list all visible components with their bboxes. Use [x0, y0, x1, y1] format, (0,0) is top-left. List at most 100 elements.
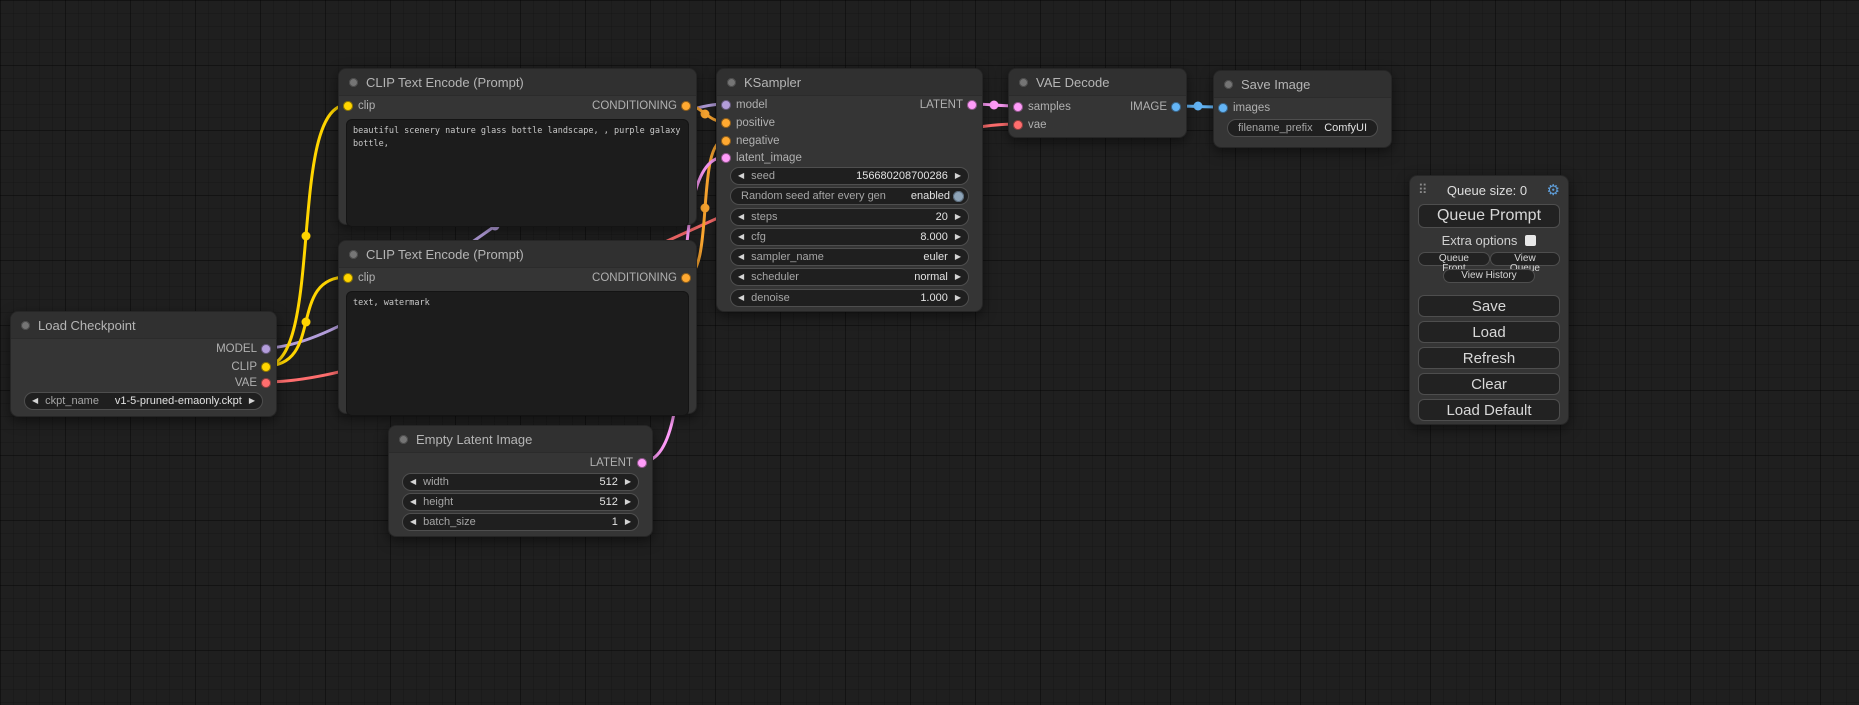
- next-value-arrow-icon[interactable]: ▶: [955, 273, 961, 281]
- slot-label: vae: [1028, 119, 1047, 131]
- decrement-arrow-icon[interactable]: ◀: [738, 213, 744, 221]
- refresh-button[interactable]: Refresh: [1418, 347, 1560, 369]
- node-title-bar[interactable]: Load Checkpoint: [11, 312, 276, 339]
- negative-input-dot[interactable]: [721, 136, 731, 146]
- drag-handle-icon[interactable]: ⠿: [1418, 182, 1428, 198]
- ckpt-name-widget[interactable]: ◀ ckpt_name v1-5-pruned-emaonly.ckpt ▶: [24, 392, 263, 410]
- node-title-bar[interactable]: KSampler: [717, 69, 982, 96]
- wire-clip-positive: [265, 105, 347, 366]
- decrement-arrow-icon[interactable]: ◀: [738, 294, 744, 302]
- node-status-icon: [349, 78, 358, 87]
- seed-widget[interactable]: ◀ seed 156680208700286 ▶: [730, 167, 969, 185]
- widget-value: 20: [936, 211, 948, 223]
- latent-output-dot[interactable]: [967, 100, 977, 110]
- save-button[interactable]: Save: [1418, 295, 1560, 317]
- widget-value: v1-5-pruned-emaonly.ckpt: [115, 395, 242, 407]
- random-seed-toggle-widget[interactable]: Random seed after every gen enabled: [730, 187, 969, 205]
- decrement-arrow-icon[interactable]: ◀: [738, 172, 744, 180]
- node-title-bar[interactable]: CLIP Text Encode (Prompt): [339, 69, 696, 96]
- clear-button[interactable]: Clear: [1418, 373, 1560, 395]
- decrement-arrow-icon[interactable]: ◀: [738, 233, 744, 241]
- load-button[interactable]: Load: [1418, 321, 1560, 343]
- node-title-bar[interactable]: Save Image: [1214, 71, 1391, 98]
- load-default-button[interactable]: Load Default: [1418, 399, 1560, 421]
- decrement-arrow-icon[interactable]: ◀: [410, 478, 416, 486]
- output-slot-model: MODEL: [11, 341, 276, 357]
- scheduler-widget[interactable]: ◀ scheduler normal ▶: [730, 268, 969, 286]
- prev-value-arrow-icon[interactable]: ◀: [738, 273, 744, 281]
- queue-front-button[interactable]: Queue Front: [1418, 252, 1490, 266]
- clip-output-dot[interactable]: [261, 362, 271, 372]
- vae-output-dot[interactable]: [261, 378, 271, 388]
- height-widget[interactable]: ◀ height 512 ▶: [402, 493, 639, 511]
- prev-value-arrow-icon[interactable]: ◀: [738, 253, 744, 261]
- slot-label: CONDITIONING: [592, 100, 677, 112]
- node-save-image[interactable]: Save Image images filename_prefix ComfyU…: [1213, 70, 1392, 148]
- image-output-dot[interactable]: [1171, 102, 1181, 112]
- node-ksampler[interactable]: KSampler model LATENT positive negative …: [716, 68, 983, 312]
- increment-arrow-icon[interactable]: ▶: [625, 518, 631, 526]
- decrement-arrow-icon[interactable]: ◀: [410, 518, 416, 526]
- extra-options-checkbox[interactable]: [1525, 235, 1536, 246]
- node-status-icon: [727, 78, 736, 87]
- widget-label: filename_prefix: [1238, 122, 1313, 134]
- prev-value-arrow-icon[interactable]: ◀: [32, 397, 38, 405]
- slot-label: positive: [736, 117, 775, 129]
- node-clip-text-encode-negative[interactable]: CLIP Text Encode (Prompt) clip CONDITION…: [338, 240, 697, 414]
- node-clip-text-encode-positive[interactable]: CLIP Text Encode (Prompt) clip CONDITION…: [338, 68, 697, 225]
- denoise-widget[interactable]: ◀ denoise 1.000 ▶: [730, 289, 969, 307]
- increment-arrow-icon[interactable]: ▶: [625, 498, 631, 506]
- node-status-icon: [349, 250, 358, 259]
- slot-label: IMAGE: [1130, 101, 1167, 113]
- output-slot-conditioning: CONDITIONING: [339, 270, 696, 286]
- increment-arrow-icon[interactable]: ▶: [955, 172, 961, 180]
- node-load-checkpoint[interactable]: Load Checkpoint MODEL CLIP VAE ◀ ckpt_na…: [10, 311, 277, 417]
- cfg-widget[interactable]: ◀ cfg 8.000 ▶: [730, 228, 969, 246]
- model-output-dot[interactable]: [261, 344, 271, 354]
- conditioning-output-dot[interactable]: [681, 273, 691, 283]
- node-status-icon: [1019, 78, 1028, 87]
- widget-label: width: [423, 476, 449, 488]
- output-slot-latent: LATENT: [389, 455, 652, 471]
- widget-value: normal: [914, 271, 948, 283]
- increment-arrow-icon[interactable]: ▶: [955, 213, 961, 221]
- width-widget[interactable]: ◀ width 512 ▶: [402, 473, 639, 491]
- negative-prompt-textarea[interactable]: text, watermark: [346, 291, 689, 416]
- view-history-button[interactable]: View History: [1443, 269, 1535, 283]
- conditioning-output-dot[interactable]: [681, 101, 691, 111]
- output-slot-latent: LATENT: [717, 97, 982, 113]
- batch-size-widget[interactable]: ◀ batch_size 1 ▶: [402, 513, 639, 531]
- view-queue-button[interactable]: View Queue: [1490, 252, 1560, 266]
- decrement-arrow-icon[interactable]: ◀: [410, 498, 416, 506]
- widget-label: cfg: [751, 231, 766, 243]
- node-empty-latent-image[interactable]: Empty Latent Image LATENT ◀ width 512 ▶ …: [388, 425, 653, 537]
- slot-label: VAE: [235, 377, 257, 389]
- increment-arrow-icon[interactable]: ▶: [955, 233, 961, 241]
- latent-image-input-dot[interactable]: [721, 153, 731, 163]
- widget-value: 1.000: [920, 292, 948, 304]
- increment-arrow-icon[interactable]: ▶: [955, 294, 961, 302]
- node-title-bar[interactable]: CLIP Text Encode (Prompt): [339, 241, 696, 268]
- node-title-bar[interactable]: Empty Latent Image: [389, 426, 652, 453]
- node-title-bar[interactable]: VAE Decode: [1009, 69, 1186, 96]
- next-value-arrow-icon[interactable]: ▶: [955, 253, 961, 261]
- wire-clip-negative: [265, 277, 347, 366]
- queue-prompt-button[interactable]: Queue Prompt: [1418, 204, 1560, 228]
- latent-output-dot[interactable]: [637, 458, 647, 468]
- node-graph-canvas[interactable]: Load Checkpoint MODEL CLIP VAE ◀ ckpt_na…: [0, 0, 1859, 705]
- settings-gear-icon[interactable]: ⚙: [1547, 181, 1560, 199]
- node-title-label: Empty Latent Image: [416, 432, 532, 447]
- filename-prefix-widget[interactable]: filename_prefix ComfyUI: [1227, 119, 1378, 137]
- positive-prompt-textarea[interactable]: beautiful scenery nature glass bottle la…: [346, 119, 689, 227]
- images-input-dot[interactable]: [1218, 103, 1228, 113]
- increment-arrow-icon[interactable]: ▶: [625, 478, 631, 486]
- sampler-name-widget[interactable]: ◀ sampler_name euler ▶: [730, 248, 969, 266]
- node-status-icon: [1224, 80, 1233, 89]
- toggle-ball-icon[interactable]: [953, 191, 964, 202]
- node-vae-decode[interactable]: VAE Decode samples IMAGE vae: [1008, 68, 1187, 138]
- steps-widget[interactable]: ◀ steps 20 ▶: [730, 208, 969, 226]
- next-value-arrow-icon[interactable]: ▶: [249, 397, 255, 405]
- extra-options-row: Extra options: [1410, 232, 1568, 249]
- vae-input-dot[interactable]: [1013, 120, 1023, 130]
- positive-input-dot[interactable]: [721, 118, 731, 128]
